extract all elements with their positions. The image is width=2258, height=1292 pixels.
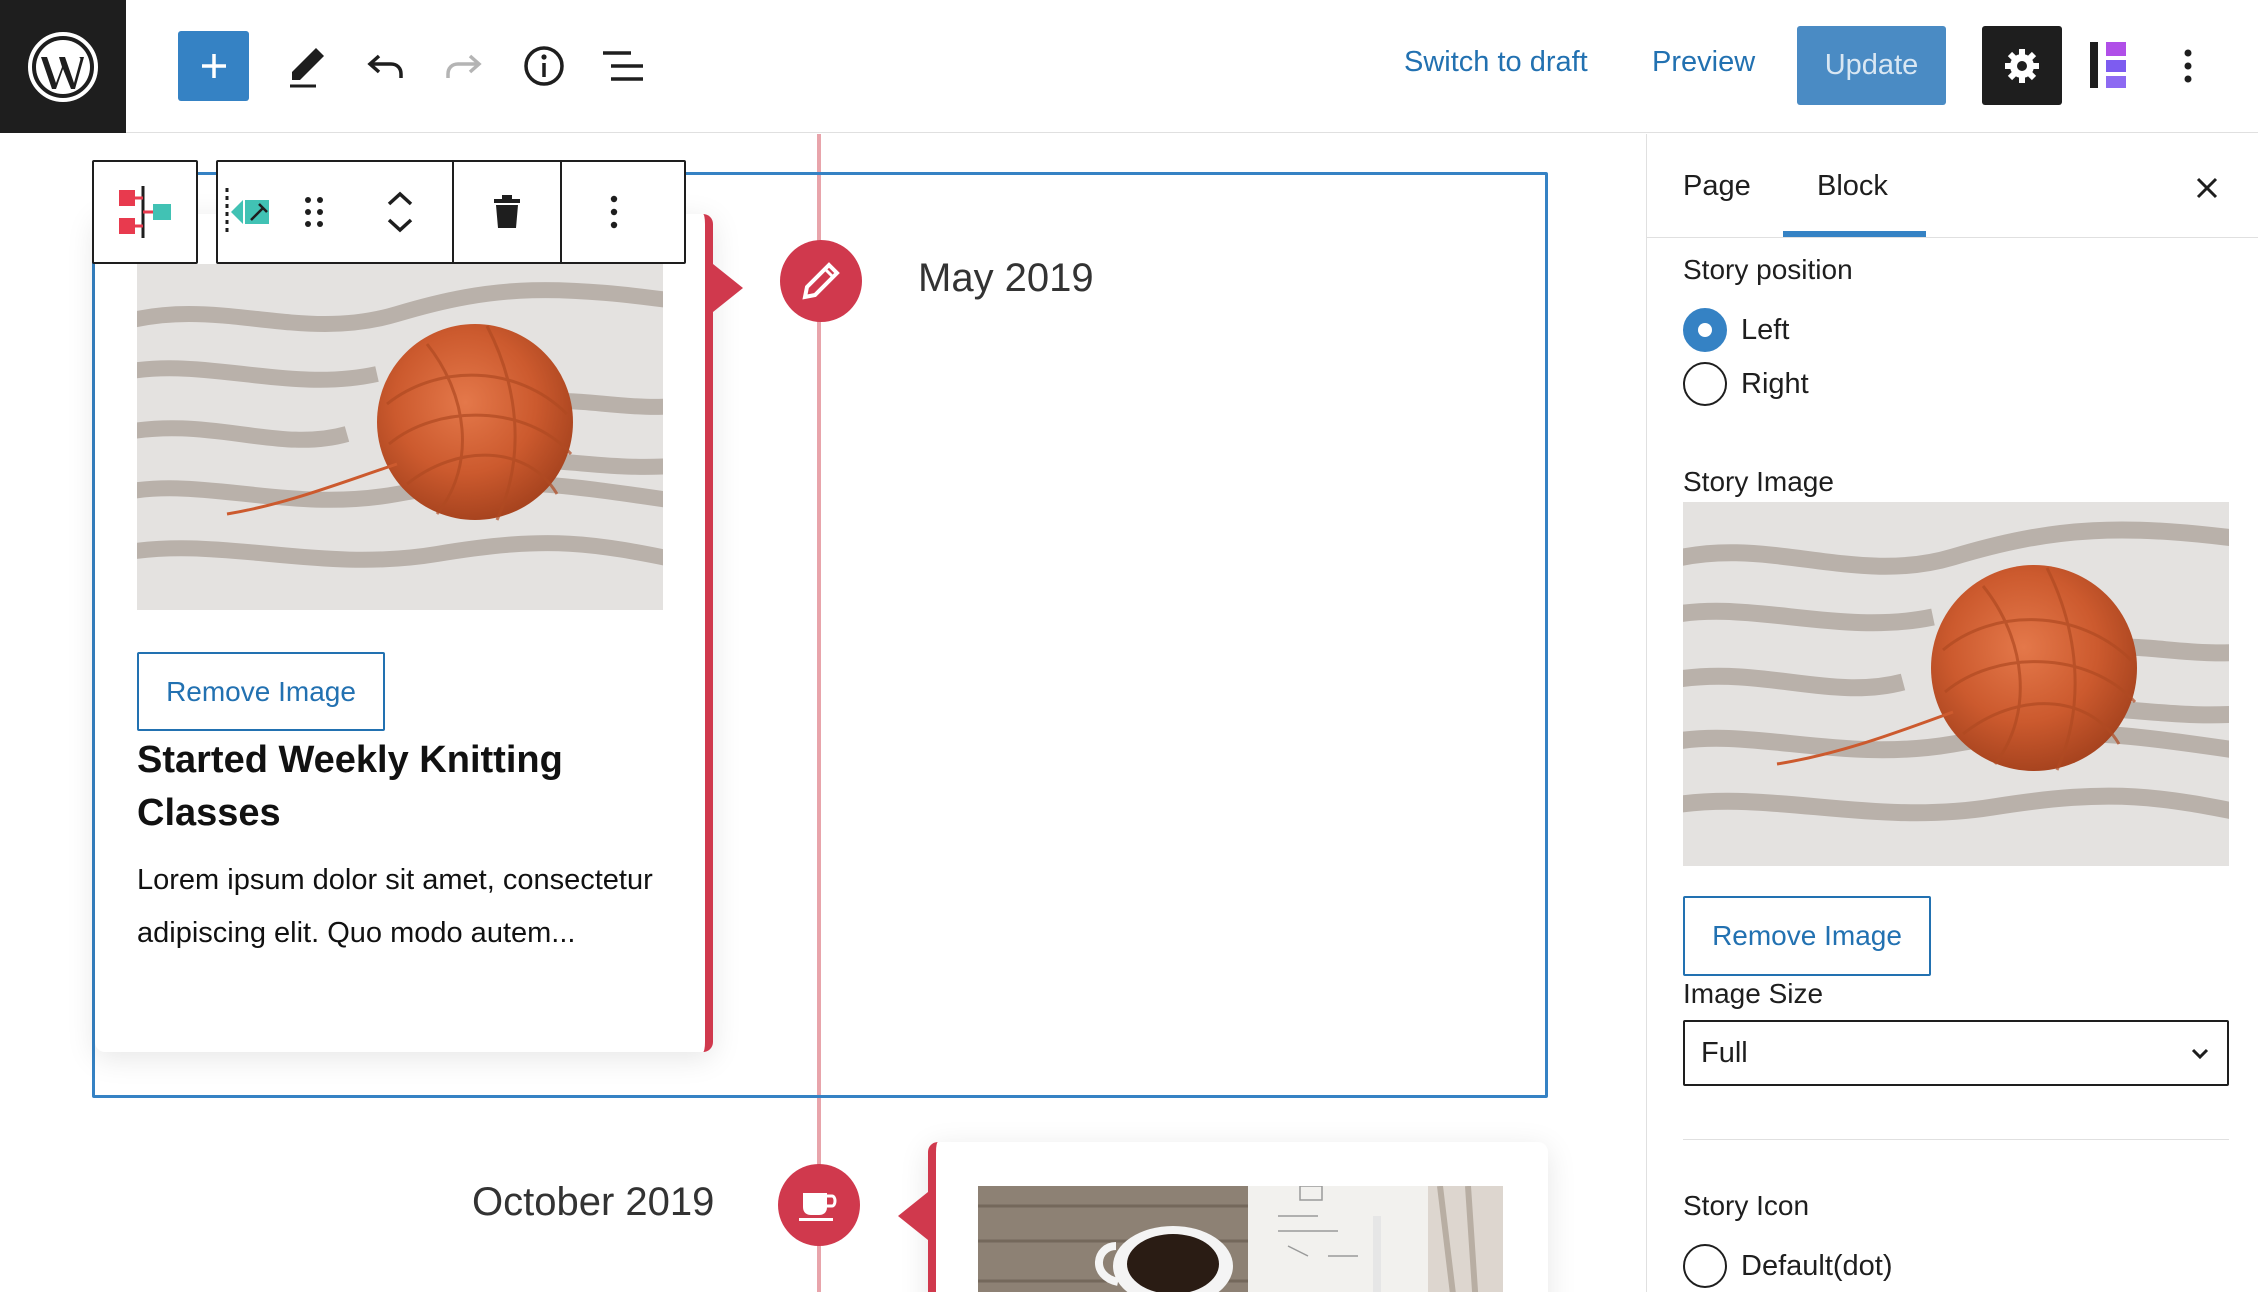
vertical-ellipsis-icon xyxy=(610,195,618,229)
options-menu-button[interactable] xyxy=(2168,40,2208,92)
story-icon-marker xyxy=(780,240,862,322)
story-icon-marker xyxy=(778,1164,860,1246)
story-excerpt[interactable]: Lorem ipsum dolor sit amet, consectetur … xyxy=(137,854,657,960)
add-block-button[interactable] xyxy=(178,31,249,101)
info-icon xyxy=(524,46,564,86)
undo-button[interactable] xyxy=(355,30,415,102)
sidebar-remove-image-button[interactable]: Remove Image xyxy=(1683,896,1931,976)
sidebar-tabs: Page Block xyxy=(1647,134,2258,238)
position-right-label[interactable]: Right xyxy=(1741,368,1809,401)
story-image[interactable] xyxy=(137,264,663,610)
position-right-radio[interactable] xyxy=(1683,362,1727,406)
settings-sidebar: Page Block Story position Left Right Sto… xyxy=(1646,134,2258,1292)
card-pointer xyxy=(898,1192,928,1240)
block-type-button[interactable] xyxy=(94,162,196,262)
details-button[interactable] xyxy=(514,30,574,102)
icon-default-radio[interactable] xyxy=(1683,1244,1727,1288)
editor-top-bar: Switch to draft Preview Update xyxy=(0,0,2258,133)
vertical-ellipsis-icon xyxy=(2184,49,2192,83)
story-date[interactable]: May 2019 xyxy=(918,256,1094,301)
plus-icon xyxy=(201,54,226,78)
image-size-value: Full xyxy=(1701,1036,1748,1069)
list-view-button[interactable] xyxy=(593,30,653,102)
wordpress-logo-button[interactable] xyxy=(0,0,126,133)
remove-image-button[interactable]: Remove Image xyxy=(137,652,385,731)
close-icon xyxy=(2196,177,2218,199)
active-tab-indicator xyxy=(1783,231,1926,237)
parent-block-button[interactable] xyxy=(218,162,280,262)
coffee-cup-icon xyxy=(799,1193,837,1221)
block-toolbar xyxy=(216,160,686,264)
position-left-label[interactable]: Left xyxy=(1741,314,1789,347)
plugin-sidebar-button[interactable] xyxy=(2086,36,2134,94)
chevron-down-icon[interactable] xyxy=(386,217,414,233)
block-type-toolbar xyxy=(92,160,198,264)
timeline-block-icon xyxy=(119,186,171,238)
story-position-label: Story position xyxy=(1683,254,1853,285)
image-size-label: Image Size xyxy=(1683,978,1824,1009)
story-image-preview xyxy=(1683,502,2229,866)
story-block-icon xyxy=(225,188,269,236)
drag-handle-icon xyxy=(305,197,323,227)
editor-canvas: Remove Image Started Weekly Knitting Cla… xyxy=(0,134,1646,1292)
settings-button[interactable] xyxy=(1982,26,2062,105)
story-image-label: Story Image xyxy=(1683,466,1834,497)
pencil-icon xyxy=(290,48,324,88)
switch-to-draft-link[interactable]: Switch to draft xyxy=(1404,46,1588,79)
redo-button[interactable] xyxy=(434,30,494,102)
tab-block[interactable]: Block xyxy=(1817,170,1888,203)
update-button[interactable]: Update xyxy=(1797,26,1946,105)
story-title[interactable]: Started Weekly Knitting Classes xyxy=(137,734,657,840)
chevron-down-icon xyxy=(2191,1048,2209,1060)
gear-icon xyxy=(2005,48,2039,83)
delete-block-button[interactable] xyxy=(454,162,560,262)
trash-icon xyxy=(494,195,520,228)
undo-icon xyxy=(367,54,403,78)
redo-icon xyxy=(446,54,482,78)
section-divider xyxy=(1683,1139,2229,1140)
story-icon-label: Story Icon xyxy=(1683,1190,1810,1221)
image-size-select[interactable]: Full xyxy=(1683,1020,2229,1086)
block-options-button[interactable] xyxy=(562,162,666,262)
position-left-radio[interactable] xyxy=(1683,308,1727,352)
list-view-icon xyxy=(603,51,643,81)
close-sidebar-button[interactable] xyxy=(2187,168,2227,208)
plugin-logo-icon xyxy=(2090,42,2126,88)
pencil-icon xyxy=(802,262,840,300)
wordpress-icon xyxy=(28,31,98,102)
story-date[interactable]: October 2019 xyxy=(472,1180,714,1225)
preview-link[interactable]: Preview xyxy=(1652,46,1755,79)
chevron-up-icon[interactable] xyxy=(386,191,414,207)
drag-handle[interactable] xyxy=(280,162,348,262)
card-pointer xyxy=(713,264,743,312)
move-block-buttons[interactable] xyxy=(348,162,452,262)
tab-page[interactable]: Page xyxy=(1683,170,1751,203)
icon-default-label[interactable]: Default(dot) xyxy=(1741,1250,1893,1283)
tools-button[interactable] xyxy=(276,30,336,102)
story-image[interactable] xyxy=(978,1186,1503,1292)
